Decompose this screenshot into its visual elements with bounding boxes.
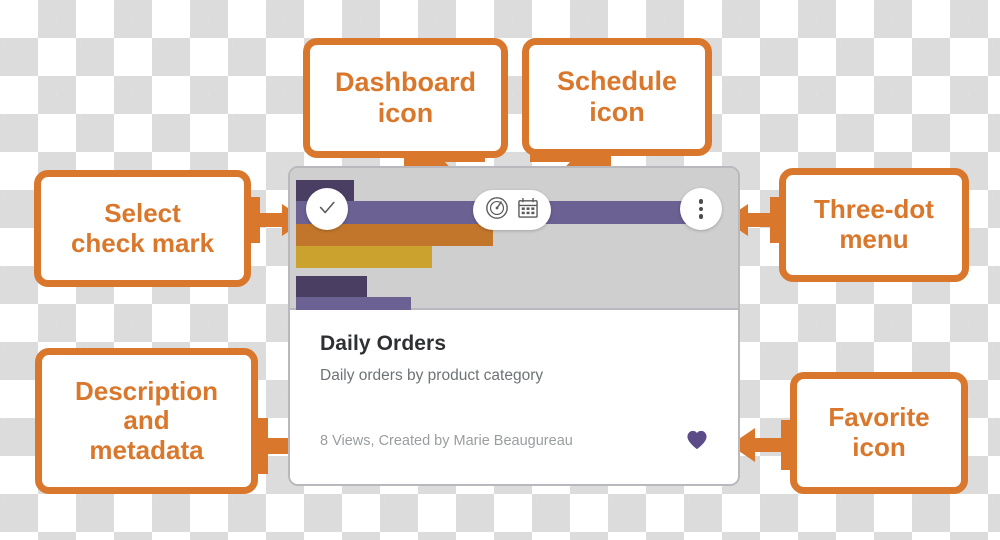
callout-line: menu xyxy=(839,224,909,254)
chart-bar xyxy=(296,246,432,268)
card-body: Daily Orders Daily orders by product cat… xyxy=(290,310,738,484)
callout-line: Schedule xyxy=(556,66,678,97)
three-dot-menu-icon xyxy=(698,197,704,220)
callout-select-check-mark: Select check mark xyxy=(34,170,251,287)
callout-line: Three-dot xyxy=(814,194,934,225)
callout-line: metadata xyxy=(89,434,204,465)
callout-line: Dashboard xyxy=(334,67,477,98)
callout-schedule-icon: Schedule icon xyxy=(522,38,712,156)
calendar-icon[interactable] xyxy=(516,196,540,225)
card-metadata: 8 Views, Created by Marie Beaugureau xyxy=(320,433,573,449)
callout-line: Description xyxy=(74,375,219,406)
callout-favorite-icon: Favorite icon xyxy=(790,372,968,494)
card-type-icons[interactable] xyxy=(473,190,551,230)
callout-line: Select xyxy=(104,197,181,228)
callout-line: Favorite xyxy=(828,402,930,433)
callout-line: and xyxy=(123,405,170,436)
callout-three-dot-menu: Three-dot menu xyxy=(779,168,969,282)
gauge-icon[interactable] xyxy=(485,196,509,225)
card-description: Daily orders by product category xyxy=(320,367,544,384)
select-check-mark-button[interactable] xyxy=(306,188,348,230)
heart-icon[interactable] xyxy=(686,430,708,454)
callout-dashboard-icon: Dashboard icon xyxy=(303,38,508,158)
callout-line: check mark xyxy=(70,227,215,258)
callout-line: icon xyxy=(377,98,434,128)
callout-line: icon xyxy=(589,97,645,127)
callout-line: icon xyxy=(852,432,906,462)
check-mark-icon xyxy=(316,196,338,223)
card-title: Daily Orders xyxy=(320,332,447,355)
three-dot-menu-button[interactable] xyxy=(680,188,722,230)
chart-bar xyxy=(296,276,367,297)
callout-description-metadata: Description and metadata xyxy=(35,348,258,494)
